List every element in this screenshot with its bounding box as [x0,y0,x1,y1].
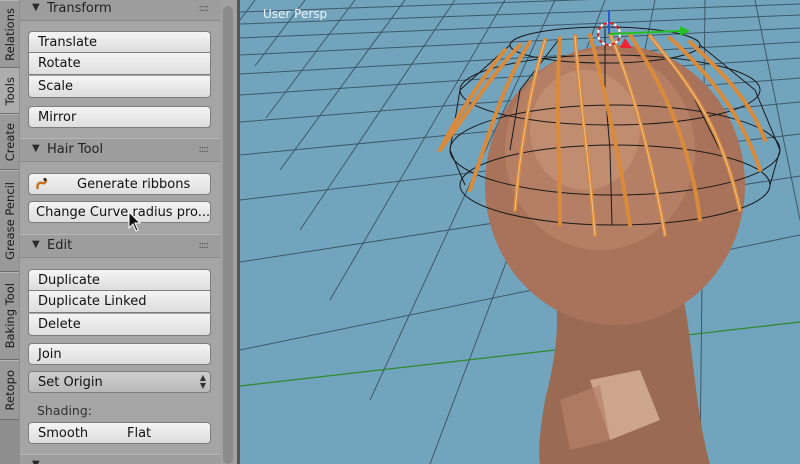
tab-create-label: Create [2,122,17,162]
collapse-triangle-icon: ▼ [32,2,40,13]
tab-baking-tool-label: Baking Tool [2,283,17,349]
drag-grip-icon[interactable]: :::: [199,3,210,14]
next-panel-header[interactable]: ▼ [20,454,220,464]
delete-label: Delete [38,317,81,332]
flat-label: Flat [127,425,152,441]
tab-tools-label: Tools [2,76,17,106]
duplicate-linked-label: Duplicate Linked [38,294,147,309]
tab-retopo-label: Retopo [2,369,17,411]
duplicate-button[interactable]: Duplicate [28,269,211,291]
tab-baking-tool[interactable]: Baking Tool [0,272,19,360]
duplicate-linked-button[interactable]: Duplicate Linked [28,291,211,313]
dropdown-arrows-icon: ▲ ▼ [199,373,206,390]
tab-grease-pencil-label: Grease Pencil [2,182,17,260]
mouse-cursor-icon [128,211,142,232]
flat-shading-button[interactable]: Flat [118,422,211,444]
delete-button[interactable]: Delete [28,314,211,336]
duplicate-label: Duplicate [38,272,100,288]
viewport-view-label: User Persp [263,7,328,21]
generate-ribbons-button[interactable]: Generate ribbons [28,173,211,195]
change-curve-radius-label: Change Curve radius pro... [36,204,211,220]
tool-shelf: ▼ Transform :::: Translate Rotate Scale … [20,0,220,464]
3d-viewport[interactable]: User Persp [240,0,800,464]
panel-scrollbar[interactable] [220,0,237,464]
join-label: Join [38,346,62,362]
viewport-scene [240,0,800,464]
edit-panel-header[interactable]: ▼ Edit :::: [20,234,220,258]
tab-grease-pencil[interactable]: Grease Pencil [0,170,19,272]
collapse-triangle-icon: ▼ [32,239,40,250]
collapse-triangle-icon: ▼ [32,143,40,154]
hair-tool-panel-header[interactable]: ▼ Hair Tool :::: [20,138,220,162]
rotate-button[interactable]: Rotate [28,53,211,75]
edit-panel-title: Edit [47,238,73,253]
scale-button[interactable]: Scale [28,76,211,98]
drag-grip-icon[interactable]: :::: [199,144,210,155]
tool-tab-strip: Relations Tools Create Grease Pencil Bak… [0,0,21,464]
scale-label: Scale [38,79,73,94]
change-curve-radius-button[interactable]: Change Curve radius pro... [28,201,211,223]
tab-relations-label: Relations [2,7,17,61]
drag-grip-icon[interactable]: :::: [199,240,210,251]
rotate-label: Rotate [38,56,81,71]
scrollbar-thumb[interactable] [223,6,233,464]
join-button[interactable]: Join [28,343,211,365]
translate-label: Translate [38,34,98,50]
translate-button[interactable]: Translate [28,31,211,53]
curve-icon [36,177,47,190]
tab-relations[interactable]: Relations [0,0,19,68]
collapse-triangle-icon: ▼ [32,459,40,464]
smooth-shading-button[interactable]: Smooth [28,422,119,444]
set-origin-label: Set Origin [38,374,103,390]
shading-label: Shading: [37,403,92,418]
tab-tools[interactable]: Tools [0,68,19,114]
mirror-button[interactable]: Mirror [28,106,211,128]
generate-ribbons-label: Generate ribbons [77,176,191,192]
mirror-label: Mirror [38,109,77,125]
hair-tool-panel-title: Hair Tool [47,142,104,157]
tab-create[interactable]: Create [0,114,19,170]
transform-panel-header[interactable]: ▼ Transform :::: [20,0,220,21]
transform-panel-title: Transform [47,1,112,16]
smooth-label: Smooth [38,425,89,441]
tab-retopo[interactable]: Retopo [0,360,19,420]
set-origin-dropdown[interactable]: Set Origin ▲ ▼ [28,371,211,393]
